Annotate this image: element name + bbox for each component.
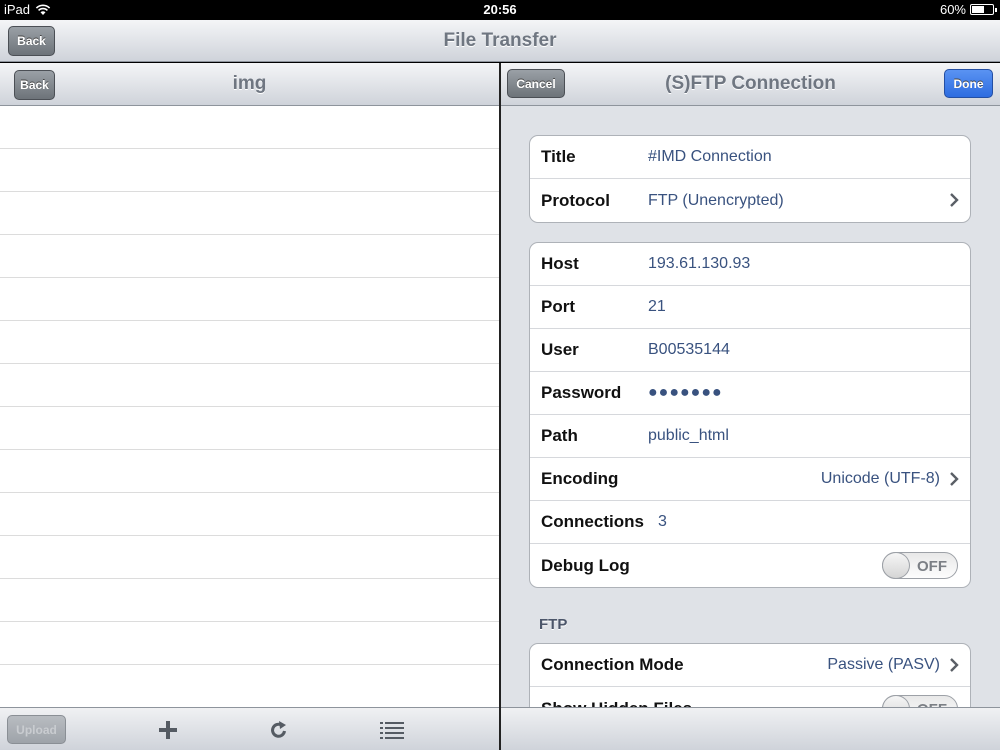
host-label: Host bbox=[541, 254, 579, 273]
list-item bbox=[0, 493, 499, 536]
password-label: Password bbox=[541, 383, 622, 402]
connection-mode-value: Passive (PASV) bbox=[827, 656, 940, 673]
path-value[interactable]: public_html bbox=[648, 427, 729, 445]
list-item bbox=[0, 149, 499, 192]
port-label: Port bbox=[541, 297, 575, 316]
list-view-icon[interactable] bbox=[380, 718, 404, 742]
chevron-right-icon bbox=[950, 658, 959, 672]
debug-log-label: Debug Log bbox=[541, 555, 630, 575]
path-row[interactable]: Path public_html bbox=[530, 415, 970, 458]
protocol-label: Protocol bbox=[541, 190, 610, 210]
connection-mode-label: Connection Mode bbox=[541, 655, 684, 674]
done-button[interactable]: Done bbox=[944, 69, 993, 98]
server-settings-group: Host 193.61.130.93 Port 21 User B0053514… bbox=[529, 242, 971, 588]
encoding-value: Unicode (UTF-8) bbox=[820, 470, 940, 487]
connection-nav: Cancel (S)FTP Connection Done bbox=[501, 63, 1000, 106]
status-time: 20:56 bbox=[483, 2, 517, 17]
list-item bbox=[0, 106, 499, 149]
connection-title: (S)FTP Connection bbox=[665, 73, 836, 94]
add-icon[interactable] bbox=[156, 718, 180, 742]
list-item bbox=[0, 622, 499, 665]
list-item bbox=[0, 450, 499, 493]
user-row[interactable]: User B00535144 bbox=[530, 329, 970, 372]
debug-log-toggle[interactable]: OFF bbox=[882, 552, 958, 579]
list-item bbox=[0, 364, 499, 407]
battery-percent: 60% bbox=[939, 2, 966, 17]
encoding-label: Encoding bbox=[541, 469, 619, 488]
protocol-row[interactable]: Protocol FTP (Unencrypted) bbox=[530, 179, 970, 222]
debug-log-row: Debug Log OFF bbox=[530, 544, 970, 587]
list-item bbox=[0, 407, 499, 450]
refresh-icon[interactable] bbox=[267, 718, 291, 742]
list-item bbox=[0, 235, 499, 278]
ftp-section-header: FTP bbox=[539, 616, 568, 633]
port-value[interactable]: 21 bbox=[648, 298, 666, 316]
toggle-state: OFF bbox=[917, 558, 947, 575]
battery-icon bbox=[970, 4, 997, 15]
connection-mode-row[interactable]: Connection Mode Passive (PASV) bbox=[530, 644, 970, 687]
toggle-knob bbox=[882, 552, 910, 579]
done-label: Done bbox=[953, 76, 984, 91]
protocol-value: FTP (Unencrypted) bbox=[648, 191, 784, 209]
chevron-right-icon bbox=[950, 472, 959, 486]
encoding-row[interactable]: Encoding Unicode (UTF-8) bbox=[530, 458, 970, 501]
folder-title: img bbox=[232, 73, 267, 94]
list-item bbox=[0, 536, 499, 579]
connections-label: Connections bbox=[541, 512, 644, 531]
general-settings-group: Title #IMD Connection Protocol FTP (Unen… bbox=[529, 135, 971, 223]
user-label: User bbox=[541, 340, 579, 359]
list-item bbox=[0, 579, 499, 622]
password-value[interactable]: ●●●●●●● bbox=[648, 384, 723, 402]
file-toolbar: Upload bbox=[0, 707, 499, 750]
user-value[interactable]: B00535144 bbox=[648, 341, 730, 359]
file-browser-panel: Back img Upload bbox=[0, 63, 499, 750]
file-list bbox=[0, 106, 499, 665]
title-value[interactable]: #IMD Connection bbox=[648, 148, 772, 166]
connections-value[interactable]: 3 bbox=[658, 513, 667, 531]
upload-button[interactable]: Upload bbox=[7, 715, 66, 744]
list-item bbox=[0, 278, 499, 321]
file-browser-nav: Back img bbox=[0, 63, 499, 106]
password-row[interactable]: Password ●●●●●●● bbox=[530, 372, 970, 415]
connection-settings-panel: Cancel (S)FTP Connection Done Title #IMD… bbox=[501, 63, 1000, 750]
connection-bottom-toolbar bbox=[501, 707, 1000, 750]
status-bar: iPad 20:56 60% bbox=[0, 0, 1000, 20]
upload-label: Upload bbox=[16, 722, 57, 737]
host-row[interactable]: Host 193.61.130.93 bbox=[530, 243, 970, 286]
title-label: Title bbox=[541, 147, 576, 166]
port-row[interactable]: Port 21 bbox=[530, 286, 970, 329]
chevron-right-icon bbox=[950, 193, 959, 207]
connections-row[interactable]: Connections 3 bbox=[530, 501, 970, 544]
title-row[interactable]: Title #IMD Connection bbox=[530, 136, 970, 179]
page-title: File Transfer bbox=[443, 30, 557, 51]
top-nav-bar: Back File Transfer bbox=[0, 20, 1000, 62]
host-value[interactable]: 193.61.130.93 bbox=[648, 255, 750, 273]
list-item bbox=[0, 321, 499, 364]
path-label: Path bbox=[541, 426, 578, 445]
status-right: 60% bbox=[939, 2, 997, 17]
list-item bbox=[0, 192, 499, 235]
